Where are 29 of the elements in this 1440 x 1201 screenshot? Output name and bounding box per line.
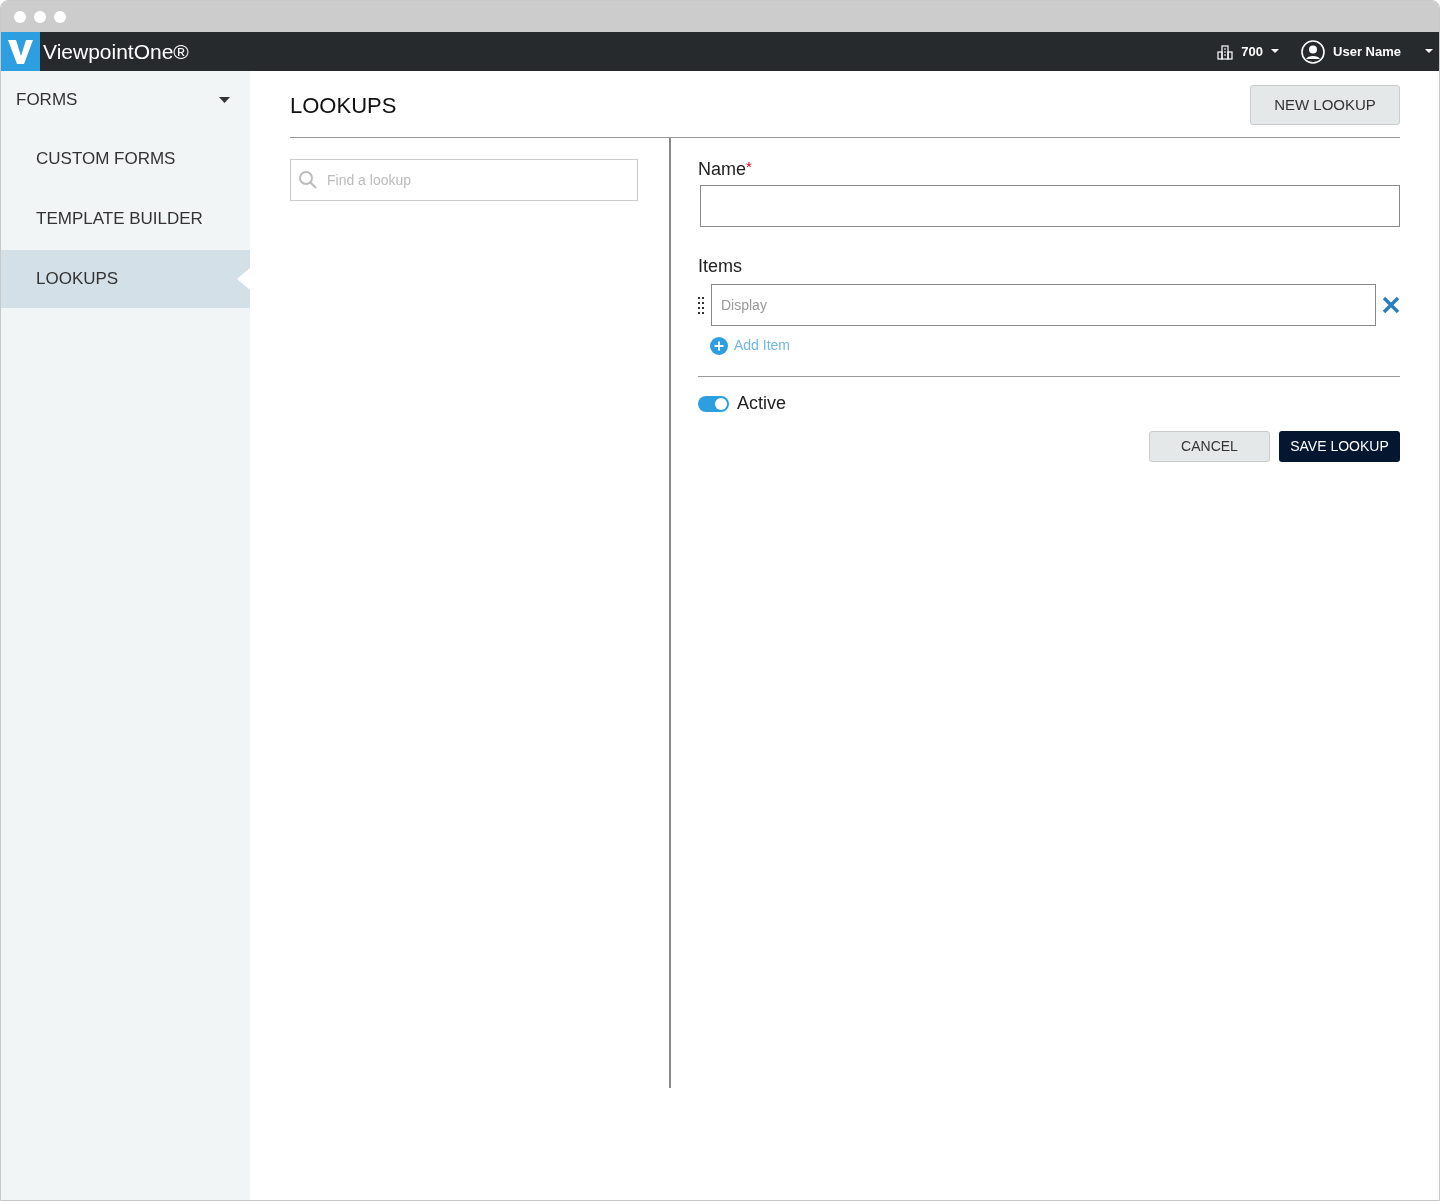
new-lookup-button[interactable]: NEW LOOKUP — [1250, 85, 1400, 125]
toggle-label: Active — [737, 392, 787, 415]
search-field[interactable]: Find a lookup — [290, 159, 638, 201]
caret-icon — [1271, 49, 1280, 54]
drag-handle-icon[interactable] — [698, 296, 705, 314]
company-selector[interactable]: 700 — [1217, 41, 1280, 62]
page-title: LOOKUPS — [290, 91, 397, 120]
active-toggle[interactable] — [698, 395, 729, 412]
cancel-button[interactable]: CANCEL — [1149, 431, 1270, 462]
save-lookup-button[interactable]: SAVE LOOKUP — [1279, 431, 1400, 462]
building-icon — [1217, 43, 1234, 60]
field-label: Name — [698, 158, 746, 181]
search-icon — [298, 170, 318, 190]
field-label: Items — [698, 255, 743, 278]
logo-icon — [1, 32, 40, 71]
sidebar-item[interactable]: TEMPLATE BUILDER — [1, 190, 250, 248]
sidebar-item[interactable]: LOOKUPS — [1, 250, 250, 308]
item-field[interactable]: Display — [711, 284, 1376, 326]
sidebar-section[interactable]: FORMS — [1, 71, 250, 128]
plus-circle-icon — [710, 336, 728, 355]
sidebar-item[interactable]: CUSTOM FORMS — [1, 130, 250, 188]
brand-name: ViewpointOne® — [43, 38, 189, 65]
caret-icon — [1425, 49, 1433, 54]
caret-icon — [219, 96, 230, 103]
avatar-icon — [1301, 39, 1326, 64]
name-field[interactable] — [700, 185, 1400, 227]
user-menu[interactable]: User Name — [1301, 39, 1439, 64]
close-icon[interactable] — [1382, 296, 1400, 314]
required-mark: * — [746, 157, 752, 177]
